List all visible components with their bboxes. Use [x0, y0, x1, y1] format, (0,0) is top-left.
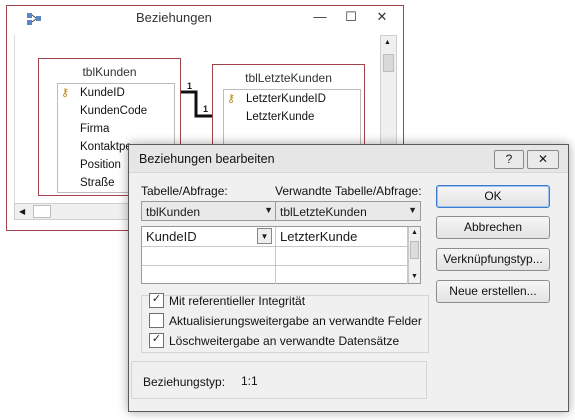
table-tblletztekunden[interactable]: tblLetzteKunden ⚷ LetzterKundeID Letzter… [212, 64, 365, 148]
field-item[interactable]: KundeID [80, 87, 125, 99]
table-label: Tabelle/Abfrage: [141, 184, 228, 198]
scroll-thumb[interactable] [383, 54, 394, 72]
related-table-select[interactable]: tblLetzteKunden ▼ [275, 201, 421, 221]
grid-cell-left[interactable]: KundeID ▼ [142, 227, 276, 247]
minimize-button[interactable]: — [310, 9, 330, 24]
checkbox[interactable]: ✓ [149, 333, 164, 348]
ok-button[interactable]: OK [436, 185, 550, 208]
field-item[interactable]: LetzterKundeID [246, 93, 326, 105]
relationship-type-label: Beziehungstyp: [143, 375, 226, 389]
field-item[interactable]: Position [80, 159, 121, 171]
relationship-line[interactable] [180, 82, 216, 122]
scroll-up-icon[interactable]: ▲ [411, 229, 418, 236]
cascade-delete-checkbox[interactable]: ✓ Löschweitergabe an verwandte Datensätz… [149, 333, 399, 348]
table-title: tblKunden [82, 65, 137, 79]
key-icon: ⚷ [61, 87, 70, 99]
grid-cell-right[interactable]: LetzterKunde [276, 227, 408, 247]
field-item[interactable]: KundenCode [80, 105, 147, 117]
grid-cell-left[interactable] [142, 266, 276, 284]
cascade-update-checkbox[interactable]: Aktualisierungsweitergabe an verwandte F… [149, 313, 422, 328]
window-title: Beziehungen [136, 10, 212, 25]
scroll-left-icon[interactable]: ◀ [19, 207, 25, 216]
chevron-down-icon[interactable]: ▼ [264, 205, 273, 215]
checkbox[interactable]: ✓ [149, 293, 164, 308]
field-item[interactable]: Firma [80, 123, 109, 135]
table-select[interactable]: tblKunden ▼ [141, 201, 277, 221]
field-item[interactable]: Straße [80, 177, 115, 189]
relationship-type-value: 1:1 [241, 374, 258, 388]
grid-cell-right[interactable] [276, 266, 408, 284]
join-type-button[interactable]: Verknüpfungstyp... [436, 248, 550, 271]
grid-cell-text: LetzterKunde [280, 229, 358, 244]
checkbox-label: Mit referentieller Integrität [169, 293, 306, 308]
field-list[interactable]: ⚷ LetzterKundeID LetzterKunde [223, 89, 361, 147]
key-icon: ⚷ [227, 93, 236, 105]
edit-relationships-dialog: Beziehungen bearbeiten ? ✕ Tabelle/Abfra… [128, 144, 569, 412]
related-table-select-value: tblLetzteKunden [280, 205, 367, 219]
scroll-down-icon[interactable]: ▼ [411, 273, 418, 280]
grid-scrollbar[interactable]: ▲ ▼ [408, 227, 420, 283]
grid-cell-left[interactable] [142, 247, 276, 266]
cardinality-left: 1 [187, 81, 193, 91]
checkbox-label: Aktualisierungsweitergabe an verwandte F… [169, 313, 422, 328]
table-title: tblLetzteKunden [245, 71, 332, 85]
field-mapping-grid[interactable]: KundeID ▼ LetzterKunde ▲ ▼ [141, 226, 421, 284]
grid-cell-right[interactable] [276, 247, 408, 266]
help-button[interactable]: ? [494, 150, 524, 169]
maximize-button[interactable]: ☐ [341, 9, 361, 25]
related-table-label: Verwandte Tabelle/Abfrage: [275, 184, 422, 198]
cardinality-right: 1 [203, 104, 209, 114]
relationships-app-icon [26, 12, 42, 26]
dialog-title: Beziehungen bearbeiten [139, 152, 275, 166]
chevron-down-icon[interactable]: ▼ [257, 228, 272, 244]
grid-cell-text: KundeID [146, 229, 197, 244]
field-item[interactable]: Kontaktpe [80, 141, 132, 153]
checkbox[interactable] [149, 313, 164, 328]
close-button[interactable]: ✕ [372, 9, 392, 25]
scroll-thumb[interactable] [410, 241, 419, 259]
scroll-up-icon[interactable]: ▲ [384, 39, 391, 46]
field-item[interactable]: LetzterKunde [246, 111, 314, 123]
chevron-down-icon[interactable]: ▼ [408, 205, 417, 215]
create-new-button[interactable]: Neue erstellen... [436, 280, 550, 303]
scroll-thumb-horizontal[interactable] [33, 205, 51, 218]
checkbox-label: Löschweitergabe an verwandte Datensätze [169, 333, 400, 348]
table-select-value: tblKunden [146, 205, 201, 219]
cancel-button[interactable]: Abbrechen [436, 216, 550, 239]
dialog-close-button[interactable]: ✕ [527, 150, 559, 169]
referential-integrity-checkbox[interactable]: ✓ Mit referentieller Integrität [149, 293, 305, 308]
